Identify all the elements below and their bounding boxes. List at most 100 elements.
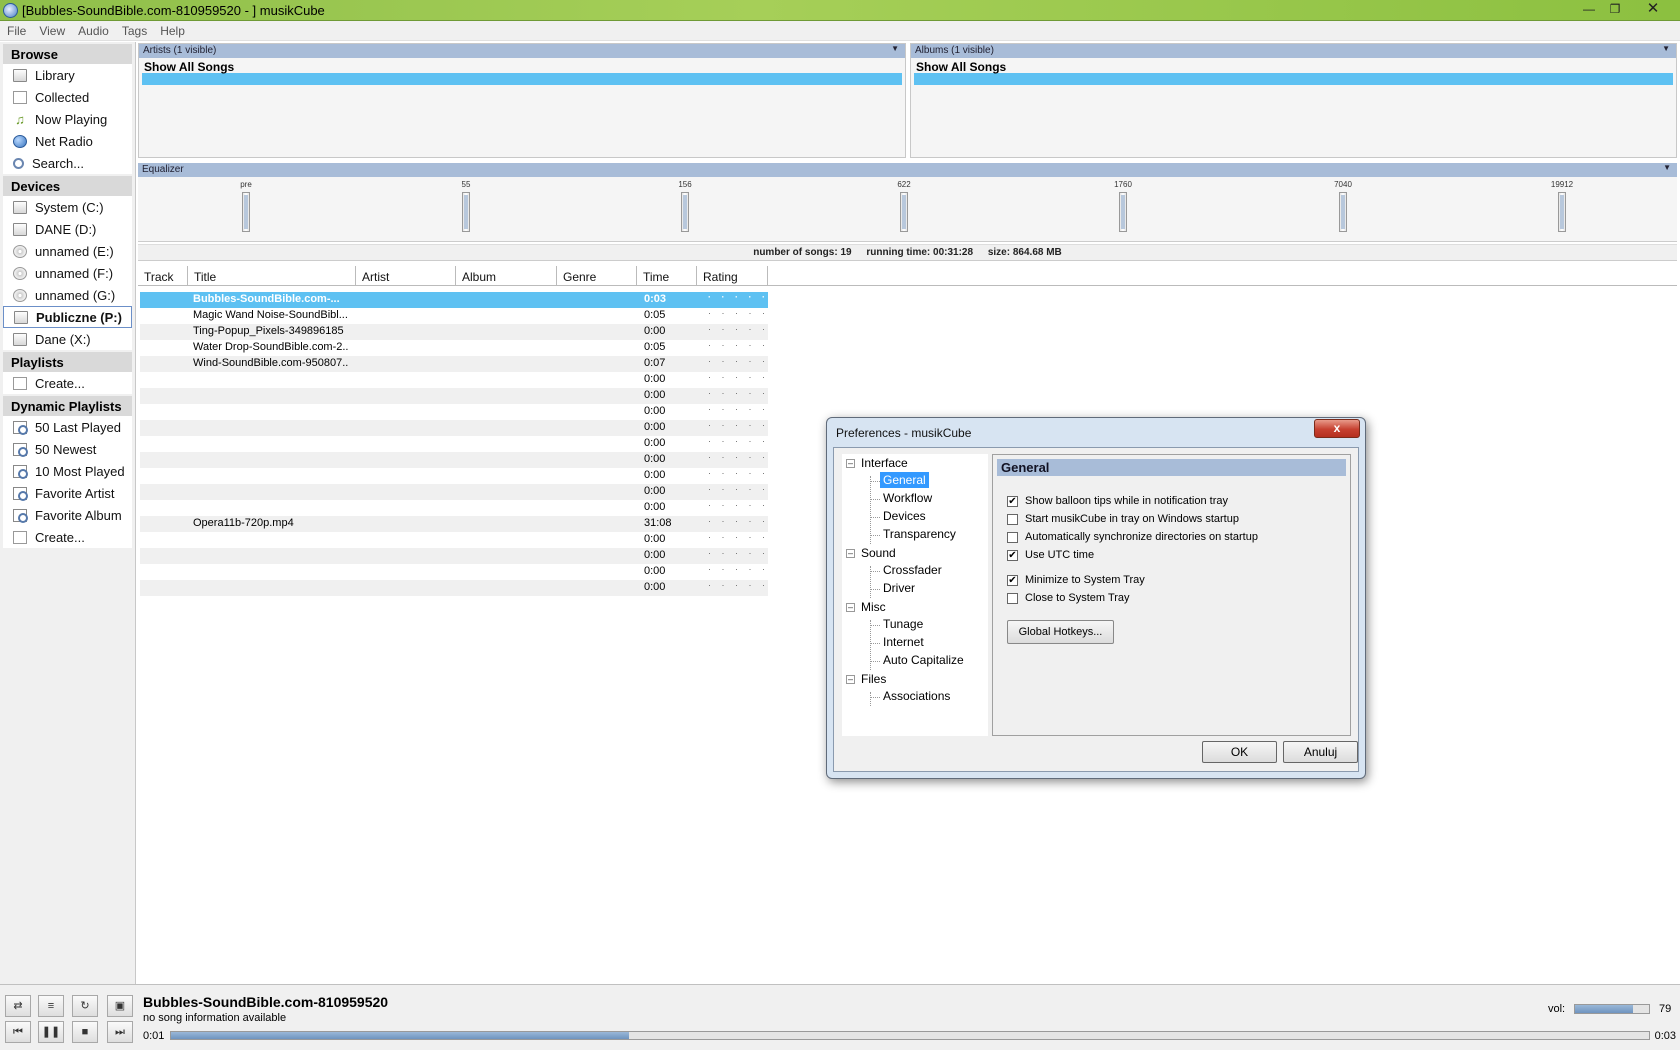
- tree-item-auto-capitalize[interactable]: Auto Capitalize: [880, 652, 967, 668]
- song-rating[interactable]: · · · · ·: [708, 404, 769, 414]
- dialog-close-button[interactable]: x: [1314, 419, 1360, 438]
- dropdown-arrow-icon[interactable]: ▼: [1662, 44, 1670, 53]
- collapse-icon[interactable]: –: [846, 675, 855, 684]
- eq-band[interactable]: 7040: [1328, 177, 1358, 232]
- table-row[interactable]: 0:00 · · · · ·: [140, 436, 768, 452]
- eq-slider[interactable]: [900, 192, 908, 232]
- dropdown-arrow-icon[interactable]: ▼: [891, 44, 899, 53]
- collapse-icon[interactable]: –: [846, 459, 855, 468]
- sidebar-item-favorite-artist[interactable]: Favorite Artist: [3, 482, 132, 504]
- tree-node-sound[interactable]: – Sound: [846, 546, 896, 560]
- eq-slider[interactable]: [1339, 192, 1347, 232]
- table-row[interactable]: 0:00 · · · · ·: [140, 372, 768, 388]
- table-row[interactable]: Magic Wand Noise-SoundBibl... 0:05 · · · ·…: [140, 308, 768, 324]
- table-row[interactable]: 0:00 · · · · ·: [140, 532, 768, 548]
- eq-band[interactable]: 19912: [1547, 177, 1577, 232]
- song-rating[interactable]: · · · · ·: [708, 580, 769, 590]
- sidebar-item-device-d[interactable]: DANE (D:): [3, 218, 132, 240]
- menu-help[interactable]: Help: [153, 21, 191, 38]
- song-rating[interactable]: · · · · ·: [708, 292, 769, 302]
- minimize-button[interactable]: —: [1576, 1, 1602, 18]
- song-rating[interactable]: · · · · ·: [708, 500, 769, 510]
- song-rating[interactable]: · · · · ·: [708, 484, 769, 494]
- maximize-button[interactable]: ❐: [1602, 1, 1628, 18]
- shuffle-icon[interactable]: ⇄: [5, 995, 31, 1017]
- song-rating[interactable]: · · · · ·: [708, 308, 769, 318]
- eq-band[interactable]: 622: [889, 177, 919, 232]
- sidebar-item-device-p[interactable]: Publiczne (P:): [3, 306, 132, 328]
- stop-icon[interactable]: ■: [72, 1021, 98, 1043]
- eq-slider[interactable]: [462, 192, 470, 232]
- dropdown-arrow-icon[interactable]: ▼: [1663, 163, 1671, 172]
- fullscreen-icon[interactable]: ▣: [107, 995, 133, 1017]
- table-row[interactable]: 0:00 · · · · ·: [140, 404, 768, 420]
- column-album[interactable]: Album: [456, 266, 557, 286]
- tree-item-transparency[interactable]: Transparency: [880, 526, 959, 542]
- column-time[interactable]: Time: [637, 266, 697, 286]
- artists-selected-row[interactable]: [142, 73, 902, 85]
- checkbox[interactable]: [1007, 513, 1018, 525]
- option-auto-sync[interactable]: Automatically synchronize directories on…: [1007, 531, 1258, 543]
- column-genre[interactable]: Genre: [557, 266, 637, 286]
- next-icon[interactable]: ⏭: [107, 1021, 133, 1043]
- song-rating[interactable]: · · · · ·: [708, 468, 769, 478]
- artists-header[interactable]: Artists (1 visible) ▼: [139, 44, 905, 58]
- column-artist[interactable]: Artist: [356, 266, 456, 286]
- sidebar-item-now-playing[interactable]: ♫ Now Playing: [3, 108, 132, 130]
- seek-bar[interactable]: [170, 1031, 1650, 1040]
- tree-node-interface[interactable]: – Interface: [846, 456, 908, 470]
- tree-node-files[interactable]: – Files: [846, 672, 886, 686]
- cancel-button[interactable]: Anuluj: [1283, 741, 1358, 763]
- collapse-icon[interactable]: –: [846, 603, 855, 612]
- albums-selected-row[interactable]: [914, 73, 1673, 85]
- checkbox[interactable]: [1007, 531, 1018, 543]
- column-track[interactable]: Track: [138, 266, 188, 286]
- checkbox[interactable]: [1007, 592, 1018, 604]
- checkbox[interactable]: ✔: [1007, 574, 1018, 586]
- table-row[interactable]: Wind-SoundBible.com-950807... 0:07 · · · ·…: [140, 356, 768, 372]
- tree-item-workflow[interactable]: Workflow: [880, 490, 935, 506]
- table-row[interactable]: 0:00 · · · · ·: [140, 500, 768, 516]
- checkbox[interactable]: ✔: [1007, 495, 1018, 507]
- pause-icon[interactable]: ❚❚: [38, 1021, 64, 1043]
- table-row[interactable]: Ting-Popup_Pixels-349896185 0:00 · · · · ·: [140, 324, 768, 340]
- global-hotkeys-button[interactable]: Global Hotkeys...: [1007, 620, 1114, 644]
- menu-view[interactable]: View: [32, 21, 71, 38]
- eq-band[interactable]: 156: [670, 177, 700, 232]
- table-row[interactable]: 0:00 · · · · ·: [140, 452, 768, 468]
- table-row[interactable]: 0:00 · · · · ·: [140, 468, 768, 484]
- table-row[interactable]: Water Drop-SoundBible.com-2... 0:05 · · · …: [140, 340, 768, 356]
- eq-band[interactable]: 55: [451, 177, 481, 232]
- song-rating[interactable]: · · · · ·: [708, 548, 769, 558]
- column-rating[interactable]: Rating: [697, 266, 768, 286]
- table-row[interactable]: 0:00 · · · · ·: [140, 484, 768, 500]
- volume-slider[interactable]: [1574, 1004, 1650, 1014]
- albums-header[interactable]: Albums (1 visible) ▼: [911, 44, 1676, 58]
- previous-icon[interactable]: ⏮: [5, 1021, 31, 1043]
- artists-show-all[interactable]: Show All Songs: [139, 58, 905, 74]
- tree-item-associations[interactable]: Associations: [880, 688, 953, 704]
- tree-item-devices[interactable]: Devices: [880, 508, 929, 524]
- menu-file[interactable]: File: [0, 21, 32, 38]
- tree-item-tunage[interactable]: Tunage: [880, 616, 926, 632]
- sidebar-item-library[interactable]: Library: [3, 64, 132, 86]
- sidebar-item-device-e[interactable]: unnamed (E:): [3, 240, 132, 262]
- song-rating[interactable]: · · · · ·: [708, 324, 769, 334]
- table-row[interactable]: Bubbles-SoundBible.com-... 0:03 · · · · ·: [140, 292, 768, 308]
- song-rating[interactable]: · · · · ·: [708, 516, 769, 526]
- sidebar-item-device-c[interactable]: System (C:): [3, 196, 132, 218]
- song-rating[interactable]: · · · · ·: [708, 452, 769, 462]
- option-utc-time[interactable]: ✔ Use UTC time: [1007, 549, 1094, 561]
- sidebar-item-device-x[interactable]: Dane (X:): [3, 328, 132, 350]
- eq-slider[interactable]: [242, 192, 250, 232]
- option-start-in-tray[interactable]: Start musikCube in tray on Windows start…: [1007, 513, 1239, 525]
- repeat-icon[interactable]: ↻: [72, 995, 98, 1017]
- tree-node-misc[interactable]: – Misc: [846, 600, 886, 614]
- tree-item-crossfader[interactable]: Crossfader: [880, 562, 945, 578]
- song-rating[interactable]: · · · · ·: [708, 436, 769, 446]
- menu-audio[interactable]: Audio: [71, 21, 115, 38]
- song-rating[interactable]: · · · · ·: [708, 420, 769, 430]
- sidebar-item-device-f[interactable]: unnamed (F:): [3, 262, 132, 284]
- song-rating[interactable]: · · · · ·: [708, 340, 769, 350]
- tree-item-general[interactable]: General: [880, 472, 929, 488]
